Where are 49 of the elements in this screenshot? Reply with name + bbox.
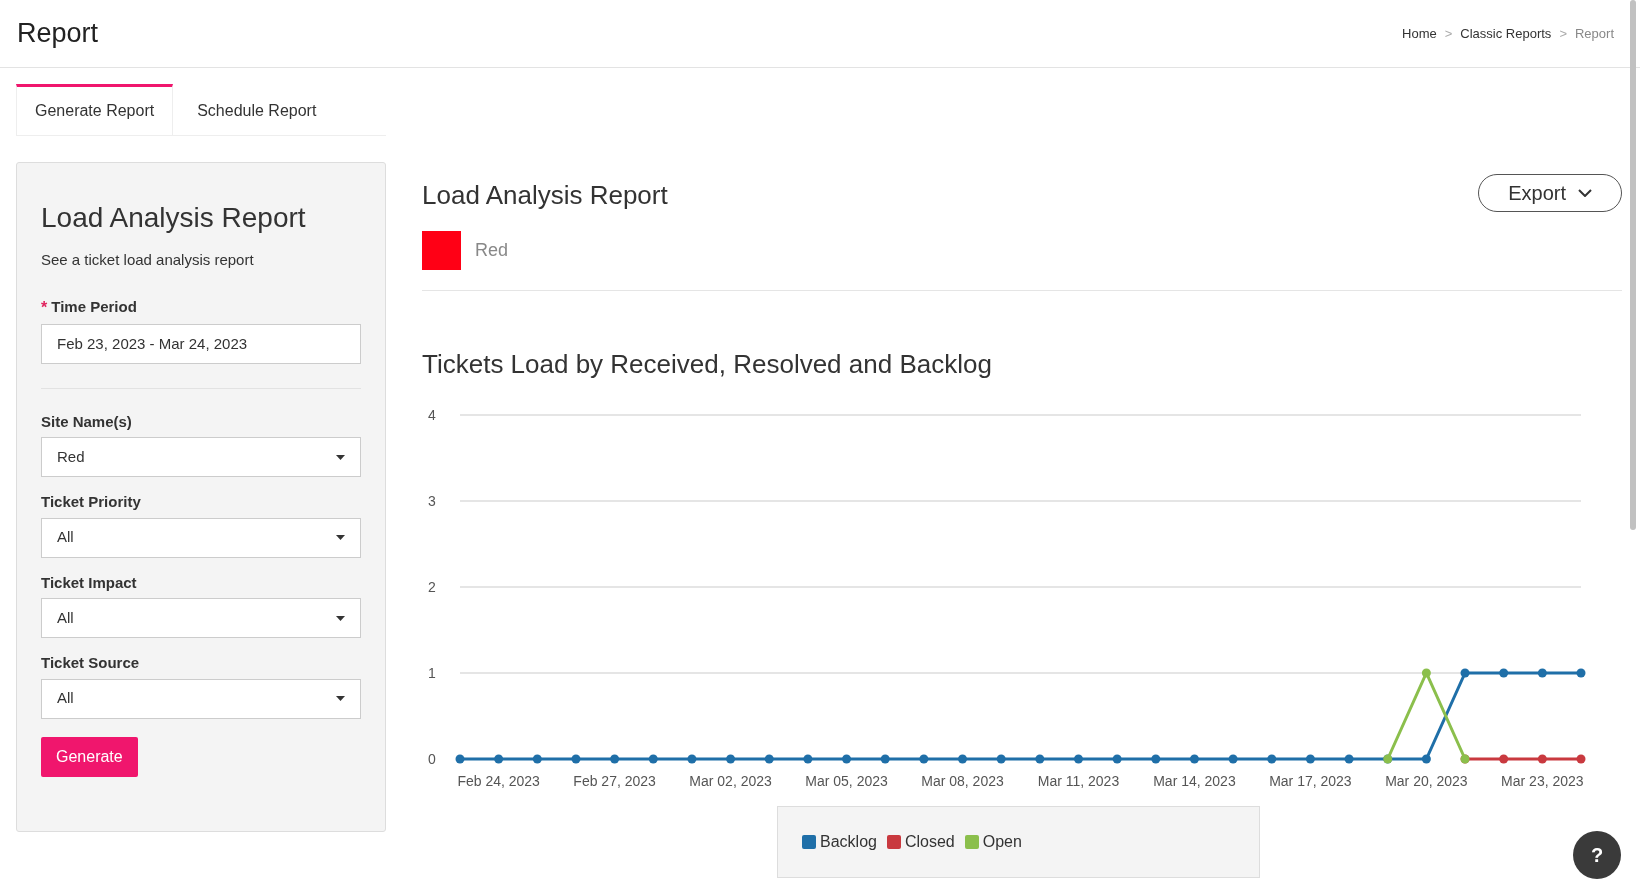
x-tick-label: Mar 23, 2023 [1501,773,1584,789]
breadcrumb-link[interactable]: Report [1574,23,1614,44]
field-label: Site Name(s) [41,411,132,432]
breadcrumb-link[interactable]: Home [1402,23,1437,44]
chart-title: Tickets Load by Received, Resolved and Backlog [422,348,993,381]
x-tick-label: Feb 24, 2023 [457,773,540,789]
chevron-down-icon [1578,189,1592,197]
field-label: Ticket Source [41,653,140,673]
tab[interactable]: Schedule Report [173,84,341,135]
date-range-field[interactable]: Feb 23, 2023 - Mar 24, 2023 [41,323,361,364]
x-tick-label: Mar 08, 2023 [921,773,1004,789]
caret-icon [336,535,345,540]
x-tick-label: Feb 27, 2023 [573,773,656,789]
select-field[interactable]: All [41,598,361,638]
breadcrumb-link[interactable]: Classic Reports [1460,23,1552,44]
field-label: Time Period [51,297,137,318]
x-tick-label: Mar 05, 2023 [805,773,888,789]
caret-icon [336,615,345,621]
caret-icon [336,454,345,460]
x-tick-label: Mar 14, 2023 [1153,773,1236,789]
site-label: Red [475,239,509,262]
report-title: Load Analysis Report [422,179,668,212]
x-tick-label: Mar 02, 2023 [689,773,772,789]
y-tick-label: 0 [428,751,436,767]
form-title: Load Analysis Report [41,201,307,235]
select-field[interactable]: All [41,517,361,558]
breadcrumb-separator: > [1559,24,1567,43]
x-tick-label: Mar 20, 2023 [1385,773,1468,789]
select-field[interactable]: Red [41,437,361,477]
caret-icon [336,696,345,701]
page-title: Report [17,17,99,51]
select-field[interactable]: All [41,678,361,719]
y-tick-label: 3 [428,493,436,509]
y-tick-label: 1 [428,665,436,681]
field-label: Ticket Impact [41,572,137,593]
tab[interactable]: Generate Report [16,84,174,135]
legend-label: Closed [904,832,955,852]
field-label: Ticket Priority [41,492,141,512]
legend-label: Open [982,832,1022,852]
generate-button[interactable]: Generate [41,736,138,777]
required-mark: * [41,297,48,318]
x-tick-label: Mar 11, 2023 [1037,773,1120,789]
x-tick-label: Mar 17, 2023 [1269,773,1352,789]
y-tick-label: 4 [428,407,436,423]
help-button[interactable]: ? [1573,831,1621,879]
form-subtitle: See a ticket load analysis report [41,250,255,270]
legend-label: Backlog [820,832,877,852]
y-tick-label: 2 [428,579,436,595]
breadcrumb-separator: > [1444,24,1453,43]
